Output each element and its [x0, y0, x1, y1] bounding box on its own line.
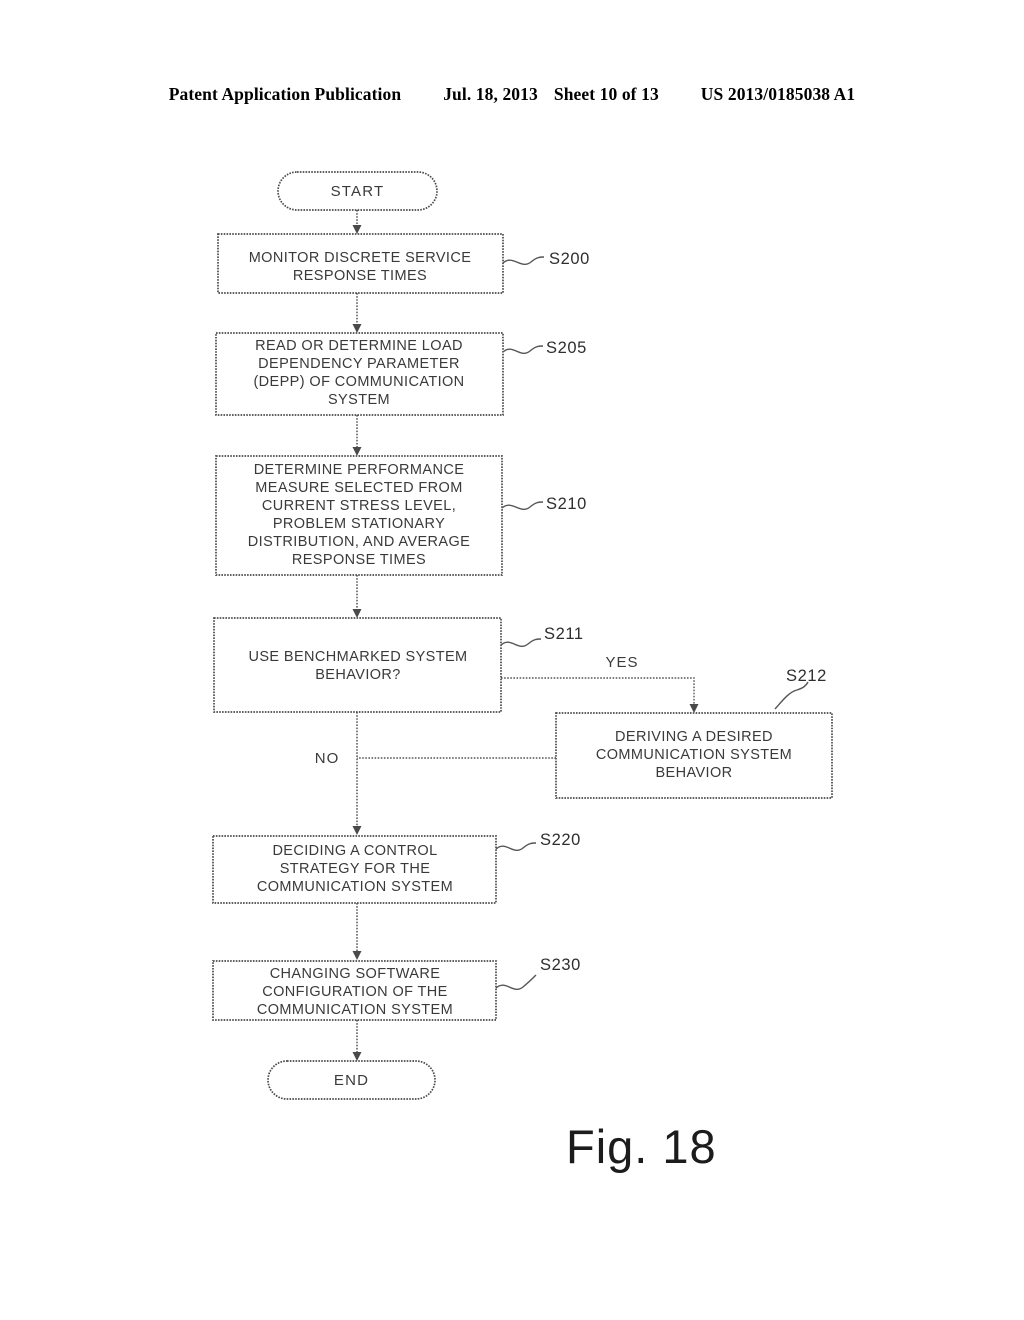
flowchart-figure: YES NO START MONITOR DISCRETE SERVICE RE…: [0, 0, 1024, 1320]
s220-line-3: COMMUNICATION SYSTEM: [257, 879, 453, 895]
arrow-s220-to-s230: [352, 951, 362, 960]
node-s230: CHANGING SOFTWARE CONFIGURATION OF THE C…: [212, 956, 581, 1021]
s210-line-4: PROBLEM STATIONARY: [273, 516, 445, 532]
s205-line-3: (DEPP) OF COMMUNICATION: [253, 374, 464, 390]
s205-ref-label: S205: [546, 339, 587, 357]
s211-shape: [213, 617, 502, 713]
arrow-s210-to-s211: [352, 609, 362, 618]
s210-line-5: DISTRIBUTION, AND AVERAGE: [248, 534, 470, 550]
node-s205: READ OR DETERMINE LOAD DEPENDENCY PARAME…: [215, 332, 587, 416]
s220-line-1: DECIDING A CONTROL: [272, 843, 437, 859]
node-s200: MONITOR DISCRETE SERVICE RESPONSE TIMES …: [217, 233, 590, 294]
s210-line-2: MEASURE SELECTED FROM: [255, 480, 462, 496]
s212-line-3: BEHAVIOR: [655, 765, 732, 781]
arrow-to-s220: [352, 826, 362, 835]
s220-line-2: STRATEGY FOR THE: [280, 861, 431, 877]
s230-line-2: CONFIGURATION OF THE: [262, 984, 448, 1000]
s210-ref-label: S210: [546, 495, 587, 513]
s220-leader-line: [495, 842, 537, 851]
arrow-start-to-s200: [352, 225, 362, 234]
s200-leader-line: [502, 256, 545, 265]
s220-ref-label: S220: [540, 831, 581, 849]
s212-line-1: DERIVING A DESIRED: [615, 729, 773, 745]
s211-line-2: BEHAVIOR?: [315, 667, 401, 683]
node-s220: DECIDING A CONTROL STRATEGY FOR THE COMM…: [212, 831, 581, 904]
s230-ref-label: S230: [540, 956, 581, 974]
node-s210: DETERMINE PERFORMANCE MEASURE SELECTED F…: [215, 455, 587, 576]
s200-line-2: RESPONSE TIMES: [293, 268, 427, 284]
node-end: END: [267, 1060, 436, 1100]
s230-line-1: CHANGING SOFTWARE: [270, 966, 441, 982]
s211-ref-label: S211: [544, 625, 584, 643]
end-label: END: [334, 1072, 369, 1089]
s230-leader-line: [495, 974, 537, 990]
branch-label-yes: YES: [605, 654, 638, 671]
s210-line-1: DETERMINE PERFORMANCE: [254, 462, 465, 478]
s205-line-4: SYSTEM: [328, 392, 390, 408]
s205-line-1: READ OR DETERMINE LOAD: [255, 338, 463, 354]
s200-ref-label: S200: [549, 250, 590, 268]
figure-caption: Fig. 18: [566, 1120, 717, 1173]
s212-line-2: COMMUNICATION SYSTEM: [596, 747, 792, 763]
s212-leader-line: [774, 681, 809, 710]
s210-line-3: CURRENT STRESS LEVEL,: [262, 498, 456, 514]
branch-label-no: NO: [315, 750, 340, 767]
s211-line-1: USE BENCHMARKED SYSTEM: [248, 649, 467, 665]
s205-leader-line: [502, 345, 544, 354]
node-s211: USE BENCHMARKED SYSTEM BEHAVIOR? S211: [213, 617, 584, 713]
arrow-s205-to-s210: [352, 447, 362, 456]
s211-leader-line: [500, 638, 542, 647]
arrow-s200-to-s205: [352, 324, 362, 333]
s210-leader-line: [501, 501, 544, 510]
s200-line-1: MONITOR DISCRETE SERVICE: [249, 250, 472, 266]
connector-yes-branch: [501, 677, 695, 705]
s210-line-6: RESPONSE TIMES: [292, 552, 426, 568]
start-label: START: [331, 183, 385, 200]
s205-line-2: DEPENDENCY PARAMETER: [258, 356, 460, 372]
s212-ref-label: S212: [786, 667, 827, 685]
arrow-yes-to-s212: [689, 704, 699, 713]
arrow-s230-to-end: [352, 1052, 362, 1061]
s230-line-3: COMMUNICATION SYSTEM: [257, 1002, 453, 1018]
node-start: START: [277, 171, 438, 211]
